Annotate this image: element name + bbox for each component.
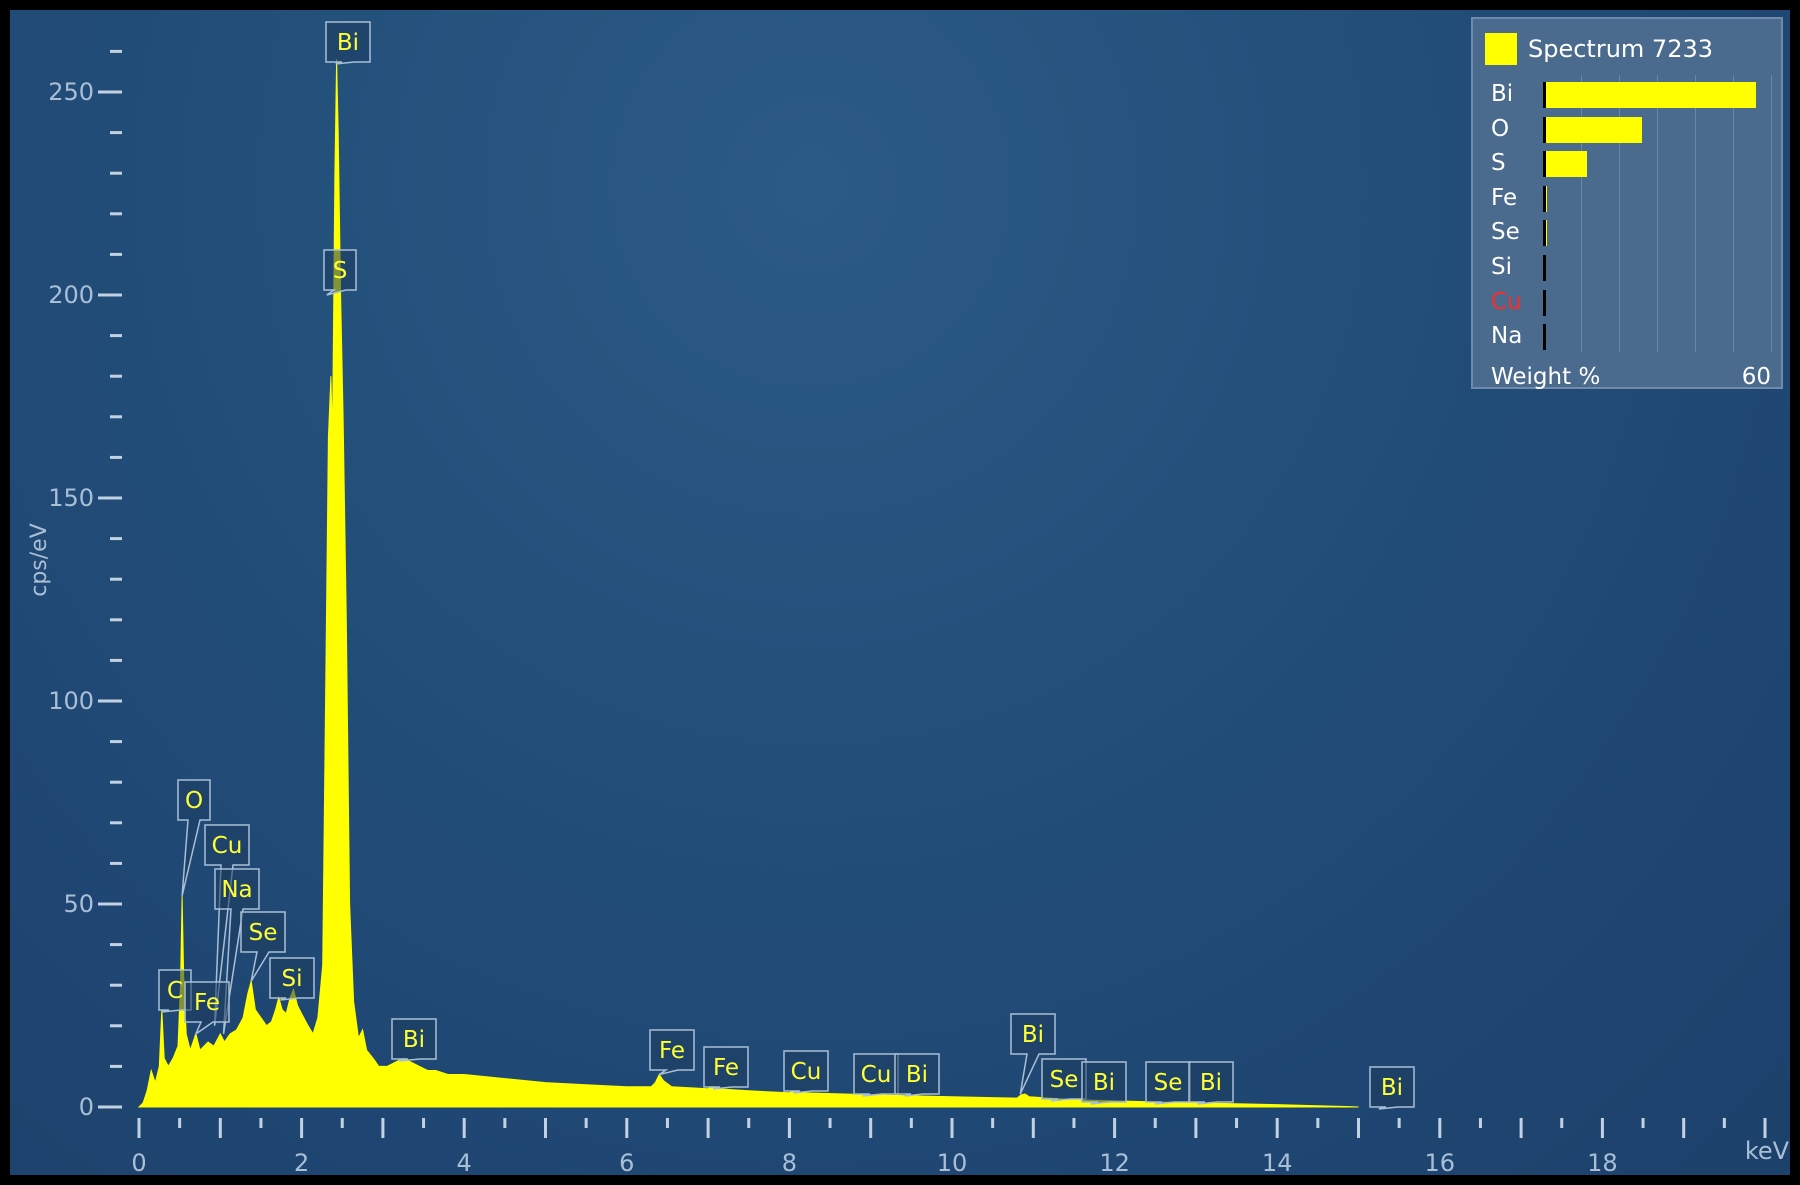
legend-element-label: S xyxy=(1491,150,1506,177)
legend-grid-line xyxy=(1733,75,1734,352)
peak-label-text: Bi xyxy=(906,1062,928,1088)
legend-element-label: O xyxy=(1491,115,1510,142)
peak-label-text: Si xyxy=(282,966,303,992)
legend-swatch xyxy=(1485,33,1517,65)
legend-grid-line xyxy=(1657,75,1658,352)
peak-label: Bi xyxy=(325,21,371,65)
legend-element-label: Fe xyxy=(1491,184,1518,211)
peak-label-text: S xyxy=(333,258,348,284)
peak-label-text: C xyxy=(167,978,183,1004)
legend-element-label: Na xyxy=(1491,323,1523,350)
x-tick-label: 10 xyxy=(937,1149,968,1175)
peak-label-text: Na xyxy=(221,877,252,903)
x-tick-label: 8 xyxy=(782,1149,797,1175)
y-axis-title: cps/eV xyxy=(27,523,52,597)
peak-label: Bi xyxy=(1188,1061,1234,1105)
peak-label: Bi xyxy=(391,1018,437,1062)
spectrum-series xyxy=(137,59,1359,1108)
x-tick-label: 14 xyxy=(1262,1149,1293,1175)
legend-grid-line xyxy=(1695,75,1696,352)
peak-label-text: Se xyxy=(249,920,278,946)
y-tick-label: 50 xyxy=(63,890,94,918)
y-tick-label: 0 xyxy=(79,1093,94,1121)
legend-weight-bar xyxy=(1543,82,1756,108)
peak-label-text: Bi xyxy=(1381,1075,1403,1101)
legend-element-label: Si xyxy=(1491,254,1512,280)
legend-element-label: Cu xyxy=(1491,288,1522,315)
y-tick-label: 250 xyxy=(48,78,94,106)
peak-label-text: Fe xyxy=(659,1038,685,1064)
x-tick-label: 18 xyxy=(1587,1149,1618,1175)
peak-label-text: Cu xyxy=(212,833,243,859)
legend-grid-line xyxy=(1771,75,1772,352)
x-tick-label: 16 xyxy=(1425,1149,1456,1175)
peak-label-text: Se xyxy=(1050,1067,1079,1093)
legend-bar-baseline xyxy=(1543,116,1546,143)
peak-label-text: Bi xyxy=(337,30,359,56)
peak-label: Cu xyxy=(783,1050,829,1094)
x-tick-label: 2 xyxy=(294,1149,309,1175)
y-tick-label: 200 xyxy=(48,281,94,309)
legend-bar-baseline xyxy=(1543,185,1546,212)
peak-label: Bi xyxy=(1081,1061,1127,1105)
legend-axis-label: Weight % xyxy=(1491,364,1601,390)
peak-label: Si xyxy=(269,957,315,1001)
peak-label-text: Fe xyxy=(713,1055,739,1081)
spectrum-frame: 0 50 100 150 200 250 0 2 4 6 8 10 12 14 16 18 Bi S O Cu Na S… xyxy=(10,10,1790,1175)
peak-label: Se xyxy=(1145,1061,1191,1105)
spectrum-area xyxy=(137,59,1359,1108)
y-tick-label: 150 xyxy=(48,484,94,512)
peak-label-text: Bi xyxy=(1200,1070,1222,1096)
peak-label: Fe xyxy=(649,1029,695,1076)
peak-label-text: Bi xyxy=(1022,1022,1044,1048)
x-tick-label: 4 xyxy=(457,1149,472,1175)
legend-weight-bar xyxy=(1543,151,1587,178)
legend-panel: Spectrum 7233 Bi O S Fe Se Si Cu Na Weight % 60 xyxy=(1471,17,1783,390)
peak-label-text: Cu xyxy=(861,1062,892,1088)
legend-title: Spectrum 7233 xyxy=(1528,35,1714,63)
peak-label: Fe xyxy=(184,981,230,1037)
y-tick-label: 100 xyxy=(48,687,94,715)
legend-bar-baseline xyxy=(1543,289,1546,316)
legend-bar-baseline xyxy=(1543,255,1546,281)
peak-label: Fe xyxy=(703,1046,749,1090)
legend-bar-baseline xyxy=(1543,151,1546,178)
peak-label-text: Fe xyxy=(194,990,220,1016)
peak-label: Se xyxy=(1041,1058,1087,1102)
x-tick-label: 12 xyxy=(1099,1149,1130,1175)
legend-bar-baseline xyxy=(1543,220,1546,247)
peak-label: Bi xyxy=(894,1053,940,1097)
peak-label-text: O xyxy=(185,788,203,814)
peak-label: Bi xyxy=(1369,1066,1415,1110)
peak-label-text: Se xyxy=(1154,1070,1183,1096)
peak-label-text: Bi xyxy=(1093,1070,1115,1096)
x-tick-label: 0 xyxy=(131,1149,146,1175)
x-axis-unit: keV xyxy=(1745,1137,1790,1165)
legend-bar-baseline xyxy=(1543,324,1546,351)
legend-bar-baseline xyxy=(1543,82,1546,108)
legend-element-label: Bi xyxy=(1491,81,1514,107)
legend-weight-bar xyxy=(1543,116,1642,143)
peak-label: Cu xyxy=(853,1053,899,1097)
peak-label-text: Bi xyxy=(403,1027,425,1053)
x-tick-label: 6 xyxy=(619,1149,634,1175)
peak-label: S xyxy=(323,249,357,296)
legend-element-label: Se xyxy=(1491,219,1520,246)
legend-axis-max: 60 xyxy=(1741,364,1771,390)
peak-label-text: Cu xyxy=(791,1059,822,1085)
